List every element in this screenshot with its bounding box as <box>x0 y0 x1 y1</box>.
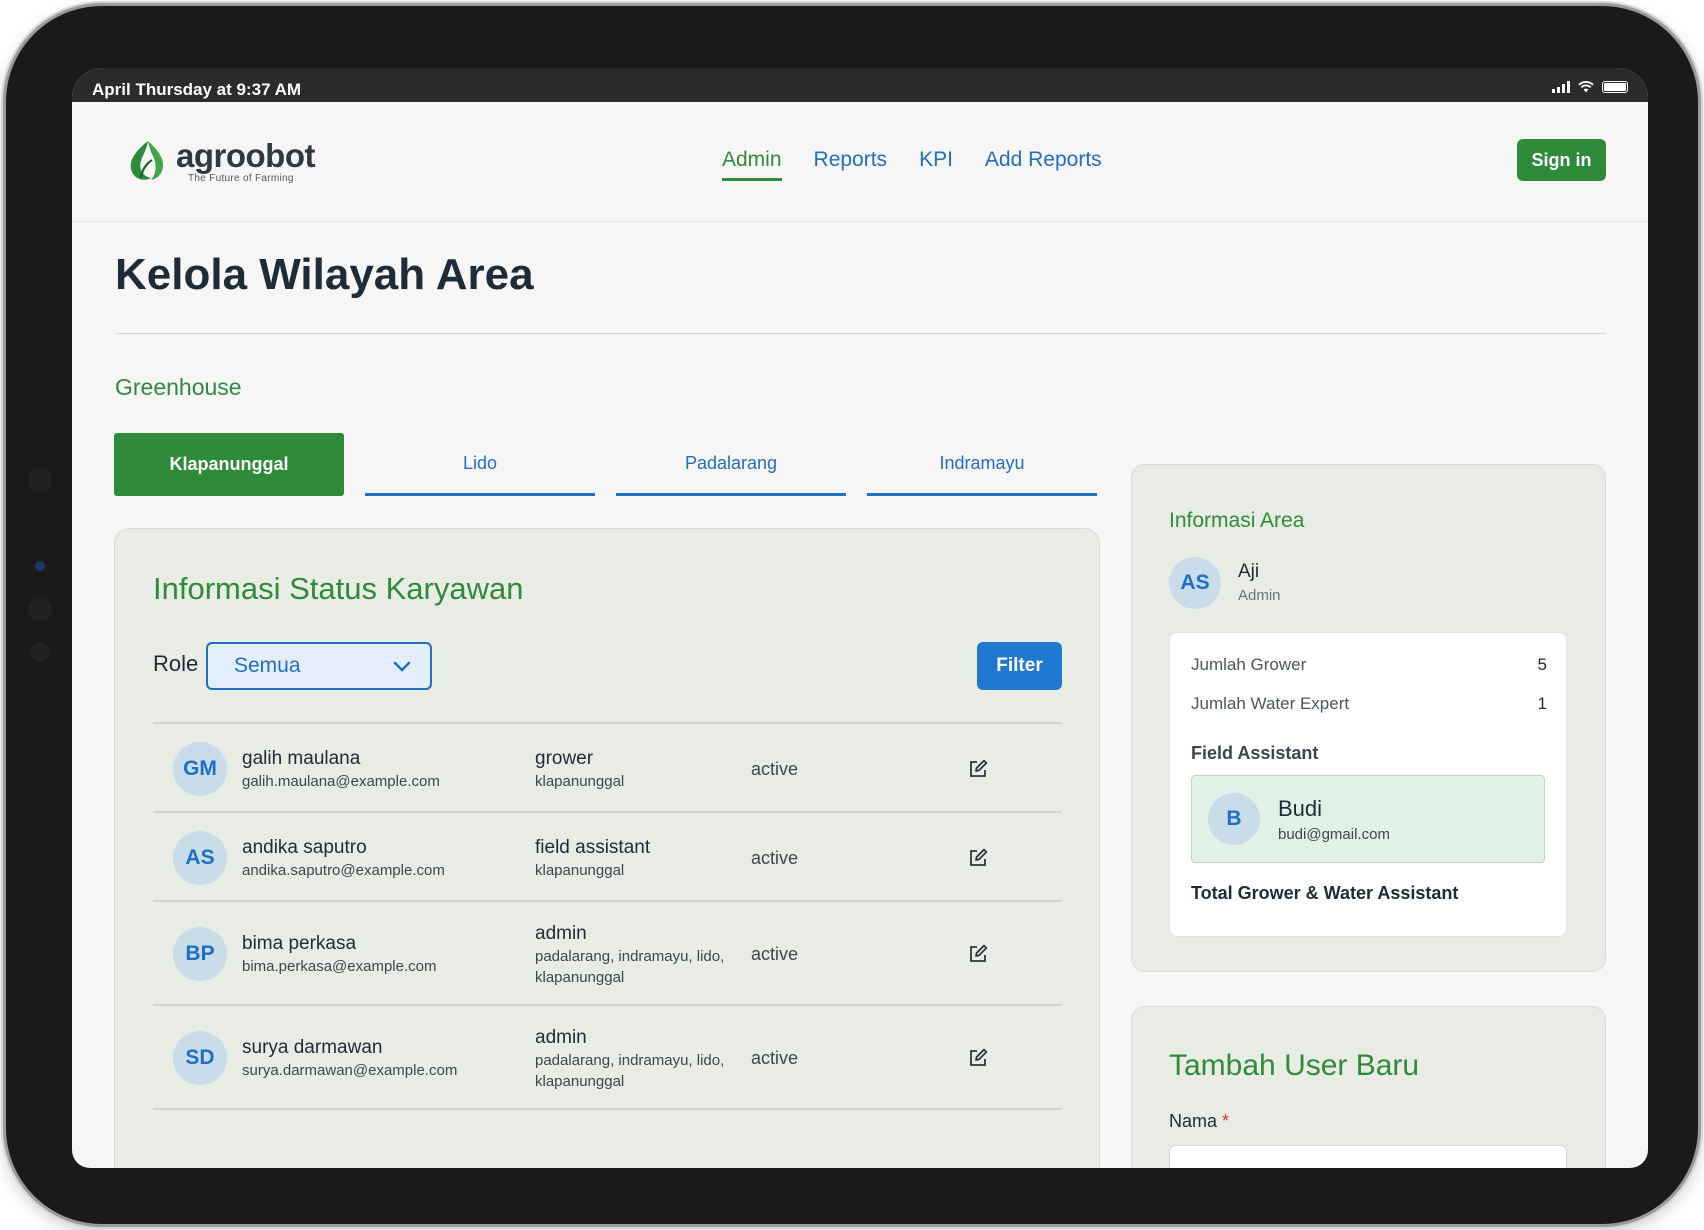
edit-icon[interactable] <box>967 758 989 780</box>
tab-indramayu[interactable]: Indramayu <box>867 433 1097 496</box>
title-divider <box>115 333 1606 334</box>
table-row: AS andika saputro andika.saputro@example… <box>153 813 1062 902</box>
role-select[interactable]: Semua <box>206 642 432 690</box>
employee-area: klapanunggal <box>535 862 625 879</box>
avatar: B <box>1208 793 1260 845</box>
nav-kpi[interactable]: KPI <box>919 148 953 181</box>
table-row: SD surya darmawan surya.darmawan@example… <box>153 1006 1062 1110</box>
page-title: Kelola Wilayah Area <box>115 250 534 299</box>
screen: April Thursday at 9:37 AM agroobot The F… <box>72 68 1648 1168</box>
stat-value: 1 <box>1537 694 1547 713</box>
nama-label: Nama * <box>1169 1111 1229 1132</box>
employee-name: surya darmawan <box>242 1037 383 1058</box>
field-assistant-name: Budi <box>1278 796 1323 821</box>
employee-area: klapanunggal <box>535 773 625 790</box>
stat-label: Jumlah Grower <box>1191 655 1307 674</box>
role-filter-label: Role <box>153 651 199 676</box>
nama-input[interactable] <box>1169 1145 1567 1168</box>
chevron-down-icon <box>393 661 411 672</box>
employee-email: bima.perkasa@example.com <box>242 958 437 975</box>
wifi-icon <box>1578 81 1594 93</box>
nama-label-text: Nama <box>1169 1111 1218 1131</box>
employee-area: padalarang, indramayu, lido, klapanungga… <box>535 948 725 986</box>
role-select-value: Semua <box>234 654 301 677</box>
sign-in-button[interactable]: Sign in <box>1517 139 1606 181</box>
area-tabs: Klapanunggal Lido Padalarang Indramayu <box>114 433 1097 496</box>
tab-padalarang[interactable]: Padalarang <box>616 433 846 496</box>
area-info-card: Informasi Area AS Aji Admin Jumlah Growe… <box>1131 464 1606 972</box>
avatar: AS <box>173 831 227 885</box>
employee-status: active <box>751 944 799 964</box>
employee-area: padalarang, indramayu, lido, klapanungga… <box>535 1052 725 1090</box>
employee-status: active <box>751 759 799 779</box>
edit-icon[interactable] <box>967 847 989 869</box>
brand-logo[interactable]: agroobot The Future of Farming <box>124 138 315 184</box>
avatar: SD <box>173 1031 227 1085</box>
section-label: Greenhouse <box>115 374 242 400</box>
employee-status: active <box>751 848 799 868</box>
stat-jumlah-water-expert: Jumlah Water Expert 1 <box>1191 694 1547 714</box>
employee-status-card: Informasi Status Karyawan Role Semua Fil… <box>114 528 1100 1168</box>
employee-card-title: Informasi Status Karyawan <box>153 571 524 606</box>
avatar: BP <box>173 927 227 981</box>
add-user-title: Tambah User Baru <box>1169 1049 1420 1082</box>
field-assistant-label: Field Assistant <box>1191 743 1319 763</box>
table-row: BP bima perkasa bima.perkasa@example.com… <box>153 902 1062 1006</box>
stat-value: 5 <box>1537 655 1547 674</box>
nav-reports[interactable]: Reports <box>814 148 888 181</box>
signal-icon <box>1552 81 1570 93</box>
area-stats-panel: Jumlah Grower 5 Jumlah Water Expert 1 Fi… <box>1169 632 1567 937</box>
status-time: April Thursday at 9:37 AM <box>92 80 302 99</box>
camera-icon <box>28 468 52 492</box>
employee-role: admin <box>535 1027 587 1048</box>
table-row: GM galih maulana galih.maulana@example.c… <box>153 724 1062 813</box>
edit-icon[interactable] <box>967 943 989 965</box>
sensor-dot-icon <box>30 642 50 662</box>
nav-add-reports[interactable]: Add Reports <box>985 148 1102 181</box>
total-grower-water-label: Total Grower & Water Assistant <box>1191 883 1459 903</box>
top-navbar: agroobot The Future of Farming Admin Rep… <box>72 102 1648 222</box>
area-info-title: Informasi Area <box>1169 509 1305 532</box>
field-assistant-email: budi@gmail.com <box>1278 826 1390 843</box>
stat-label: Jumlah Water Expert <box>1191 694 1350 713</box>
employee-name: bima perkasa <box>242 933 357 954</box>
required-mark: * <box>1222 1111 1230 1131</box>
stat-jumlah-grower: Jumlah Grower 5 <box>1191 655 1547 675</box>
nav-admin[interactable]: Admin <box>722 148 782 181</box>
add-user-card: Tambah User Baru Nama * <box>1131 1006 1606 1168</box>
filter-button[interactable]: Filter <box>977 642 1062 690</box>
tablet-frame: April Thursday at 9:37 AM agroobot The F… <box>6 6 1698 1224</box>
employee-name: andika saputro <box>242 837 367 858</box>
sensor-icon <box>35 561 45 571</box>
status-bar: April Thursday at 9:37 AM <box>72 68 1648 102</box>
field-assistant-card[interactable]: B Budi budi@gmail.com <box>1191 775 1545 863</box>
employee-email: surya.darmawan@example.com <box>242 1062 458 1079</box>
edit-icon[interactable] <box>967 1047 989 1069</box>
employee-role: admin <box>535 923 587 944</box>
avatar: AS <box>1169 557 1221 609</box>
employee-email: galih.maulana@example.com <box>242 773 440 790</box>
employee-status: active <box>751 1048 799 1068</box>
tab-klapanunggal[interactable]: Klapanunggal <box>114 433 344 496</box>
sensor-dot-icon <box>28 598 52 622</box>
leaf-logo-icon <box>130 141 164 180</box>
main-nav: Admin Reports KPI Add Reports <box>722 148 1102 181</box>
employee-list: GM galih maulana galih.maulana@example.c… <box>153 722 1062 1110</box>
brand-name: agroobot <box>176 136 315 174</box>
battery-icon <box>1602 81 1628 93</box>
area-admin-role: Admin <box>1238 587 1281 604</box>
area-admin-name: Aji <box>1238 561 1260 582</box>
employee-name: galih maulana <box>242 748 361 769</box>
brand-tagline: The Future of Farming <box>188 172 294 184</box>
avatar: GM <box>173 742 227 796</box>
tab-lido[interactable]: Lido <box>365 433 595 496</box>
employee-role: field assistant <box>535 837 651 858</box>
employee-role: grower <box>535 748 594 769</box>
employee-email: andika.saputro@example.com <box>242 862 445 879</box>
